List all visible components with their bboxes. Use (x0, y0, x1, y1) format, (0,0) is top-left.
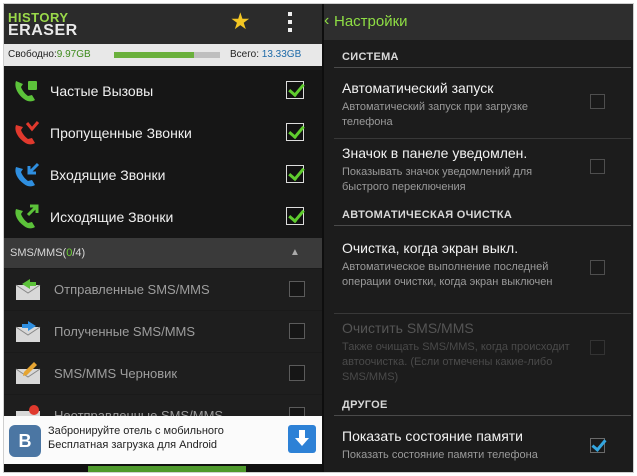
list-item-incoming-calls[interactable]: Входящие Звонки (4, 154, 322, 196)
sms-section-title: SMS/MMS(0/4) (10, 247, 86, 259)
download-arrow-icon (295, 430, 309, 446)
app-logo: HISTORY ERASER (8, 11, 78, 39)
app-header: HISTORY ERASER ★ (4, 4, 322, 44)
storage-total: Всего: 13.33GB (230, 49, 302, 60)
call-item-label: Входящие Звонки (50, 167, 166, 183)
list-item-draft-sms[interactable]: SMS/MMS Черновик (4, 353, 322, 394)
clean-screen-off-checkbox[interactable] (590, 260, 605, 275)
divider (334, 138, 631, 139)
settings-panel: ‹ Настройки СИСТЕМА Автоматический запус… (322, 4, 633, 472)
sms-section-header[interactable]: SMS/MMS(0/4) ▲ (4, 238, 322, 268)
frequent-calls-checkbox[interactable] (286, 81, 304, 99)
ad-text: Забронируйте отель с мобильного Бесплатн… (48, 424, 224, 452)
pref-autostart[interactable]: Автоматический запуск Автоматический зап… (324, 80, 633, 134)
erase-button[interactable] (88, 466, 246, 472)
draft-sms-icon (15, 362, 41, 384)
section-title: СИСТЕМА (342, 51, 399, 63)
outgoing-calls-icon (15, 204, 39, 229)
pref-notification-icon[interactable]: Значок в панеле уведомлен. Показывать зн… (324, 145, 633, 199)
missed-calls-icon (15, 121, 40, 145)
list-item-missed-calls[interactable]: Пропущенные Звонки (4, 112, 322, 154)
section-header-other: ДРУГОЕ (324, 394, 633, 416)
sms-item-label: Полученные SMS/MMS (54, 324, 196, 339)
call-item-label: Пропущенные Звонки (50, 125, 192, 141)
call-item-label: Частые Вызовы (50, 83, 154, 99)
booking-logo-icon: B (9, 425, 41, 457)
sent-sms-icon (15, 279, 41, 300)
call-item-label: Исходящие Звонки (50, 209, 174, 225)
back-chevron-icon[interactable]: ‹ (324, 12, 329, 30)
section-title: ДРУГОЕ (342, 399, 388, 411)
ad-line-2: Бесплатная загрузка для Android (48, 439, 218, 451)
pref-summary: Автоматический запуск при загрузке телеф… (342, 101, 529, 128)
sms-item-label: Отправленные SMS/MMS (54, 282, 210, 297)
pref-title: Показать состояние памяти (342, 428, 524, 444)
clean-sms-checkbox (590, 340, 605, 355)
history-eraser-panel: HISTORY ERASER ★ Свободно:9.97GB Всего: … (4, 4, 322, 472)
notification-icon-checkbox[interactable] (590, 159, 605, 174)
pref-title: Автоматический запуск (342, 80, 494, 96)
show-memory-checkbox[interactable] (590, 438, 605, 453)
section-title: АВТОМАТИЧЕСКАЯ ОЧИСТКА (342, 209, 513, 221)
storage-bar: Свободно:9.97GB Всего: 13.33GB (4, 44, 322, 66)
outgoing-calls-checkbox[interactable] (286, 207, 304, 225)
list-item-frequent-calls[interactable]: Частые Вызовы (4, 70, 322, 112)
incoming-calls-icon (15, 162, 40, 187)
storage-usage-fill (114, 52, 194, 58)
section-header-system: СИСТЕМА (324, 46, 633, 68)
settings-header[interactable]: ‹ Настройки (324, 4, 633, 40)
collapse-caret-icon[interactable]: ▲ (290, 247, 300, 258)
list-item-received-sms[interactable]: Полученные SMS/MMS (4, 311, 322, 352)
missed-calls-checkbox[interactable] (286, 123, 304, 141)
pref-title: Очистка, когда экран выкл. (342, 240, 519, 256)
frequent-calls-icon (15, 81, 37, 102)
divider (334, 313, 631, 314)
pref-clean-sms: Очистить SMS/MMS Также очищать SMS/MMS, … (324, 320, 633, 386)
screenshot-frame: HISTORY ERASER ★ Свободно:9.97GB Всего: … (3, 3, 634, 473)
page-title: Настройки (334, 13, 408, 30)
pref-summary: Также очищать SMS/MMS, когда происходит … (342, 341, 570, 383)
ad-line-1: Забронируйте отель с мобильного (48, 425, 224, 437)
sms-item-label: SMS/MMS Черновик (54, 366, 178, 381)
star-icon[interactable]: ★ (230, 10, 251, 33)
received-sms-checkbox[interactable] (289, 323, 305, 339)
pref-summary: Показать состояние памяти телефона (342, 449, 538, 461)
download-button[interactable] (288, 425, 316, 453)
pref-summary: Автоматическое выполнение последней опер… (342, 261, 553, 288)
logo-line-2: ERASER (8, 22, 78, 39)
ad-banner[interactable]: B Забронируйте отель с мобильного Беспла… (4, 416, 322, 464)
pref-show-memory[interactable]: Показать состояние памяти Показать состо… (324, 428, 633, 472)
storage-usage-bar (114, 52, 220, 58)
list-item-sent-sms[interactable]: Отправленные SMS/MMS (4, 269, 322, 310)
pref-title: Очистить SMS/MMS (342, 320, 474, 336)
received-sms-icon (15, 321, 41, 342)
draft-sms-checkbox[interactable] (289, 365, 305, 381)
sent-sms-checkbox[interactable] (289, 281, 305, 297)
autostart-checkbox[interactable] (590, 94, 605, 109)
incoming-calls-checkbox[interactable] (286, 165, 304, 183)
storage-free: Свободно:9.97GB (8, 49, 91, 60)
pref-title: Значок в панеле уведомлен. (342, 145, 528, 161)
list-item-outgoing-calls[interactable]: Исходящие Звонки (4, 196, 322, 238)
overflow-menu-icon[interactable] (286, 12, 294, 34)
pref-clean-screen-off[interactable]: Очистка, когда экран выкл. Автоматическо… (324, 240, 633, 310)
pref-summary: Показывать значок уведомлений для быстро… (342, 166, 533, 193)
bottom-bar (4, 464, 322, 472)
section-header-auto-clean: АВТОМАТИЧЕСКАЯ ОЧИСТКА (324, 204, 633, 226)
